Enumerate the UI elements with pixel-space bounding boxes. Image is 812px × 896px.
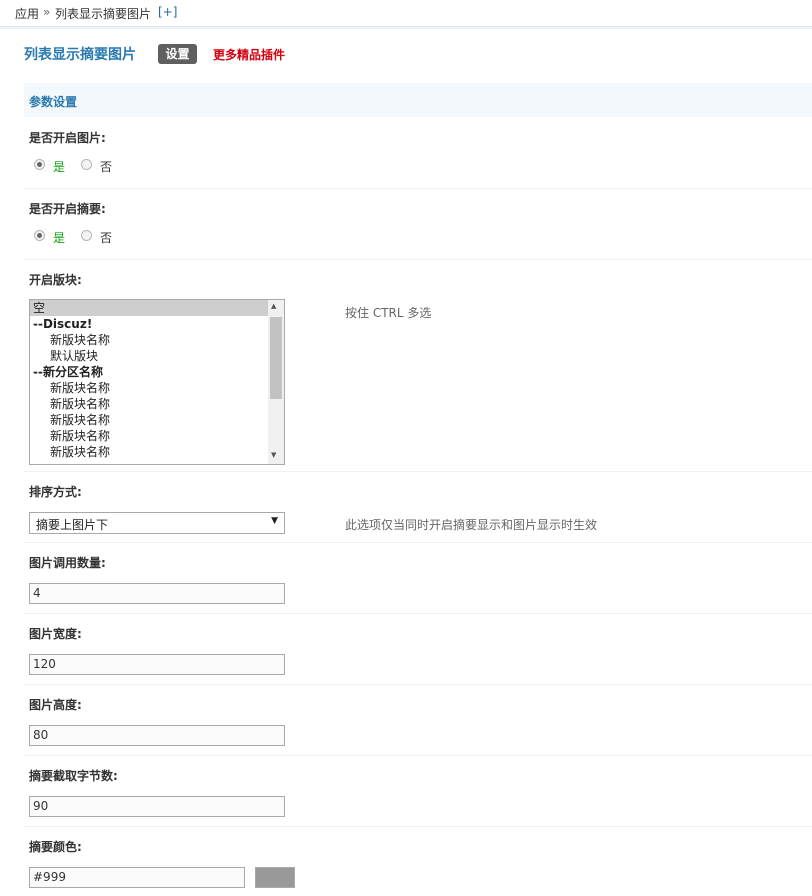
more-plugins-link[interactable]: 更多精品插件 [213,46,285,63]
enable-image-yes-label[interactable]: 是 [53,158,65,175]
sort-hint: 此选项仅当同时开启摘要显示和图片显示时生效 [345,518,598,532]
forum-option[interactable]: --Discuz! [30,316,284,332]
row-divider [24,613,812,614]
forum-option[interactable]: 新版块名称 [30,412,284,428]
breadcrumb-add-link[interactable]: [+] [158,5,177,19]
enable-image-yes-radio[interactable] [34,159,45,170]
forum-option[interactable]: 空 [30,300,269,316]
header-divider [0,27,812,29]
forum-option[interactable]: 新版块名称 [30,396,284,412]
breadcrumb-separator: » [43,5,51,19]
forum-option[interactable]: 默认版块 [30,348,284,364]
enable-summary-no-label[interactable]: 否 [100,229,112,246]
breadcrumb-current: 列表显示摘要图片 [55,7,152,21]
row-divider [24,826,812,827]
color-swatch-button[interactable] [255,867,295,888]
forums-hint: 按住 CTRL 多选 [345,306,432,320]
forums-multiselect[interactable]: 空 --Discuz! 新版块名称 默认版块 --新分区名称 新版块名称 新版块名称 新版块名… [29,299,285,465]
summary-color-label: 摘要颜色: [29,840,82,854]
row-divider [24,471,812,472]
enable-image-no-radio[interactable] [81,159,92,170]
forum-option[interactable]: --新分区名称 [30,364,284,380]
row-divider [24,684,812,685]
summary-color-input[interactable]: #999 [29,867,245,888]
summary-bytes-label: 摘要截取字节数: [29,769,118,783]
summary-bytes-input[interactable]: 90 [29,796,285,817]
forum-option[interactable]: 新版块名称 [30,332,284,348]
forum-option[interactable]: 新版块名称 [30,444,284,460]
breadcrumb: 应用 » 列表显示摘要图片 [+] [0,0,812,27]
sort-label: 排序方式: [29,485,82,499]
image-count-label: 图片调用数量: [29,556,106,570]
settings-button[interactable]: 设置 [158,44,197,64]
forums-scrollbar[interactable]: ▲ ▼ [268,300,284,464]
enable-summary-yes-label[interactable]: 是 [53,229,65,246]
forum-option[interactable]: 新版块名称 [30,428,284,444]
section-header: 参数设置 [24,83,812,117]
breadcrumb-root[interactable]: 应用 [15,5,39,22]
scroll-up-icon[interactable]: ▲ [271,302,276,310]
image-width-input[interactable]: 120 [29,654,285,675]
enable-summary-yes-radio[interactable] [34,230,45,241]
enable-image-no-label[interactable]: 否 [100,158,112,175]
chevron-down-icon: ▼ [271,516,278,526]
forums-label: 开启版块: [29,273,82,287]
image-height-input[interactable]: 80 [29,725,285,746]
scroll-down-icon[interactable]: ▼ [271,451,276,459]
forum-option[interactable]: 新版块名称 [30,380,284,396]
row-divider [24,542,812,543]
enable-image-label: 是否开启图片: [29,131,106,145]
sort-select[interactable]: 摘要上图片下 ▼ [29,512,285,534]
enable-summary-no-radio[interactable] [81,230,92,241]
enable-summary-label: 是否开启摘要: [29,202,106,216]
row-divider [24,755,812,756]
scroll-thumb[interactable] [270,317,282,399]
row-divider [24,259,812,260]
image-count-input[interactable]: 4 [29,583,285,604]
image-width-label: 图片宽度: [29,627,82,641]
section-title: 参数设置 [29,95,78,109]
image-height-label: 图片高度: [29,698,82,712]
row-divider [24,188,812,189]
page-title: 列表显示摘要图片 [24,47,136,63]
sort-select-value: 摘要上图片下 [36,518,109,532]
